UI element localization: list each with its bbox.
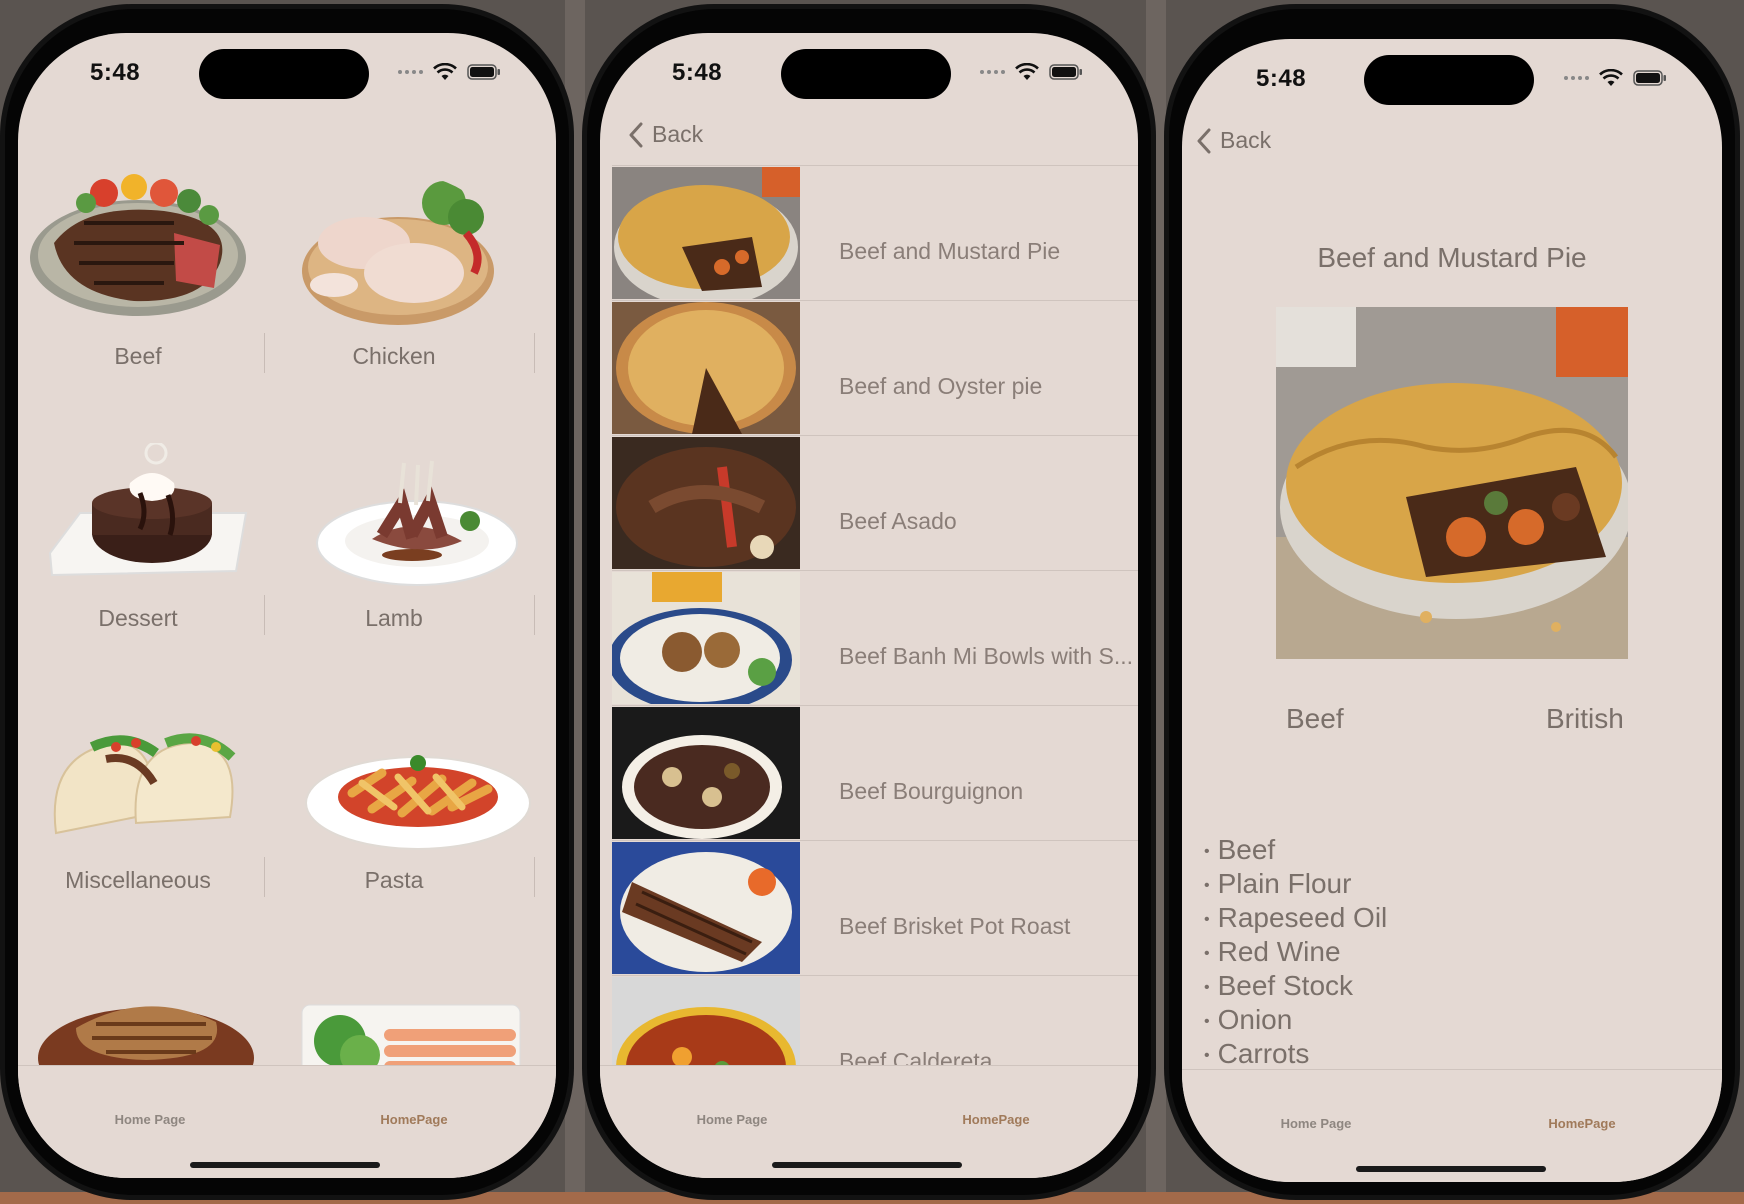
meal-list-screen: 5:48 Back Beef and Mustard Pie Beef and …	[600, 33, 1138, 1178]
meal-thumbnail	[612, 437, 800, 569]
wifi-icon	[1599, 69, 1623, 86]
ingredient-list: • Beef • Plain Flour • Rapeseed Oil • Red Wi…	[1204, 833, 1387, 1071]
phone-meal-list: 5:48 Back Beef and Mustard Pie Beef and …	[582, 4, 1156, 1200]
ingredient-item: • Plain Flour	[1204, 868, 1352, 899]
category-label: Chicken	[352, 343, 436, 369]
divider	[264, 595, 265, 635]
home-indicator	[190, 1162, 380, 1168]
category-label: Lamb	[365, 605, 423, 631]
phone-categories: 5:48 Beef Chicken Dessert Lamb Miscellan…	[0, 4, 574, 1200]
dynamic-island	[199, 49, 369, 99]
list-item[interactable]: Beef Brisket Pot Roast	[612, 840, 1138, 975]
beef-image	[30, 174, 246, 316]
category-label: Miscellaneous	[65, 867, 211, 893]
home-indicator	[772, 1162, 962, 1168]
meal-thumbnail	[612, 302, 800, 434]
meal-hero-image	[1276, 307, 1628, 659]
category-label: Pasta	[364, 867, 424, 893]
divider	[534, 333, 535, 373]
chicken-image	[302, 181, 494, 325]
meal-category: Beef	[1286, 703, 1344, 734]
tab-homepage[interactable]: HomePage	[906, 1112, 1086, 1127]
ingredient-item: • Red Wine	[1204, 936, 1341, 967]
chevron-left-icon	[629, 122, 643, 147]
tacos-image	[53, 733, 236, 835]
category-label: Beef	[114, 343, 162, 369]
list-item[interactable]: Beef and Oyster pie	[612, 300, 1138, 435]
tab-home-page[interactable]: Home Page	[642, 1112, 822, 1127]
status-time: 5:48	[672, 59, 723, 86]
divider	[264, 857, 265, 897]
meal-detail-screen: 5:48 Back Beef and Mustard Pie Beef Brit…	[1182, 39, 1722, 1182]
list-item[interactable]: Beef Banh Mi Bowls with S...	[612, 570, 1138, 705]
divider	[534, 857, 535, 897]
status-icons	[980, 63, 1083, 81]
tab-home-page[interactable]: Home Page	[60, 1112, 240, 1127]
meal-title: Beef and Mustard Pie	[839, 238, 1061, 264]
category-label: Dessert	[98, 605, 178, 631]
signal-icon	[1564, 76, 1589, 80]
battery-icon	[467, 64, 500, 80]
dynamic-island	[1364, 55, 1534, 105]
battery-icon	[1633, 70, 1666, 86]
back-button[interactable]: Back	[1196, 127, 1271, 154]
status-bar: 5:48	[18, 33, 556, 143]
meal-thumbnail	[612, 167, 800, 299]
tab-bar: Home Page HomePage	[1182, 1069, 1722, 1182]
back-label: Back	[652, 121, 704, 147]
wifi-icon	[1015, 63, 1039, 80]
phone-meal-detail: 5:48 Back Beef and Mustard Pie Beef Brit…	[1164, 4, 1740, 1200]
pasta-image	[305, 755, 531, 850]
back-button[interactable]: Back	[628, 121, 703, 148]
signal-icon	[980, 70, 1005, 74]
ingredient-item: • Beef	[1204, 834, 1276, 865]
meal-title: Beef and Mustard Pie	[1317, 242, 1587, 273]
back-label: Back	[1220, 127, 1272, 153]
meal-area: British	[1546, 703, 1624, 734]
divider	[264, 333, 265, 373]
meal-thumbnail	[612, 707, 800, 839]
tab-home-page[interactable]: Home Page	[1226, 1116, 1406, 1131]
ingredient-item: • Onion	[1204, 1004, 1293, 1035]
meal-title: Beef and Oyster pie	[839, 373, 1043, 399]
list-item[interactable]: Beef Asado	[612, 435, 1138, 570]
meal-thumbnail	[612, 842, 800, 974]
tab-bar: Home Page HomePage	[18, 1065, 556, 1178]
categories-screen: 5:48 Beef Chicken Dessert Lamb Miscellan…	[18, 33, 556, 1178]
home-indicator	[1356, 1166, 1546, 1172]
meal-title: Beef Asado	[839, 508, 957, 534]
divider	[534, 595, 535, 635]
wifi-icon	[433, 63, 457, 80]
dessert-image	[48, 443, 248, 577]
ingredient-item: • Carrots	[1204, 1038, 1310, 1069]
meal-title: Beef Banh Mi Bowls with S...	[839, 643, 1134, 669]
chevron-left-icon	[1197, 128, 1211, 153]
meal-thumbnail	[612, 572, 800, 704]
status-time: 5:48	[1256, 65, 1307, 92]
list-item[interactable]: Beef Bourguignon	[612, 705, 1138, 840]
battery-icon	[1049, 64, 1082, 80]
tab-homepage[interactable]: HomePage	[1492, 1116, 1672, 1131]
tab-bar: Home Page HomePage	[600, 1065, 1138, 1178]
status-time: 5:48	[90, 59, 141, 86]
tab-homepage[interactable]: HomePage	[324, 1112, 504, 1127]
meal-title: Beef Bourguignon	[839, 778, 1024, 804]
ingredient-item: • Beef Stock	[1204, 970, 1354, 1001]
meal-title: Beef Brisket Pot Roast	[839, 913, 1071, 939]
lamb-image	[316, 460, 518, 586]
list-item[interactable]: Beef and Mustard Pie	[612, 165, 1138, 300]
status-icons	[1564, 69, 1667, 87]
dynamic-island	[781, 49, 951, 99]
signal-icon	[398, 70, 423, 74]
ingredient-item: • Rapeseed Oil	[1204, 902, 1388, 933]
status-icons	[398, 63, 501, 81]
